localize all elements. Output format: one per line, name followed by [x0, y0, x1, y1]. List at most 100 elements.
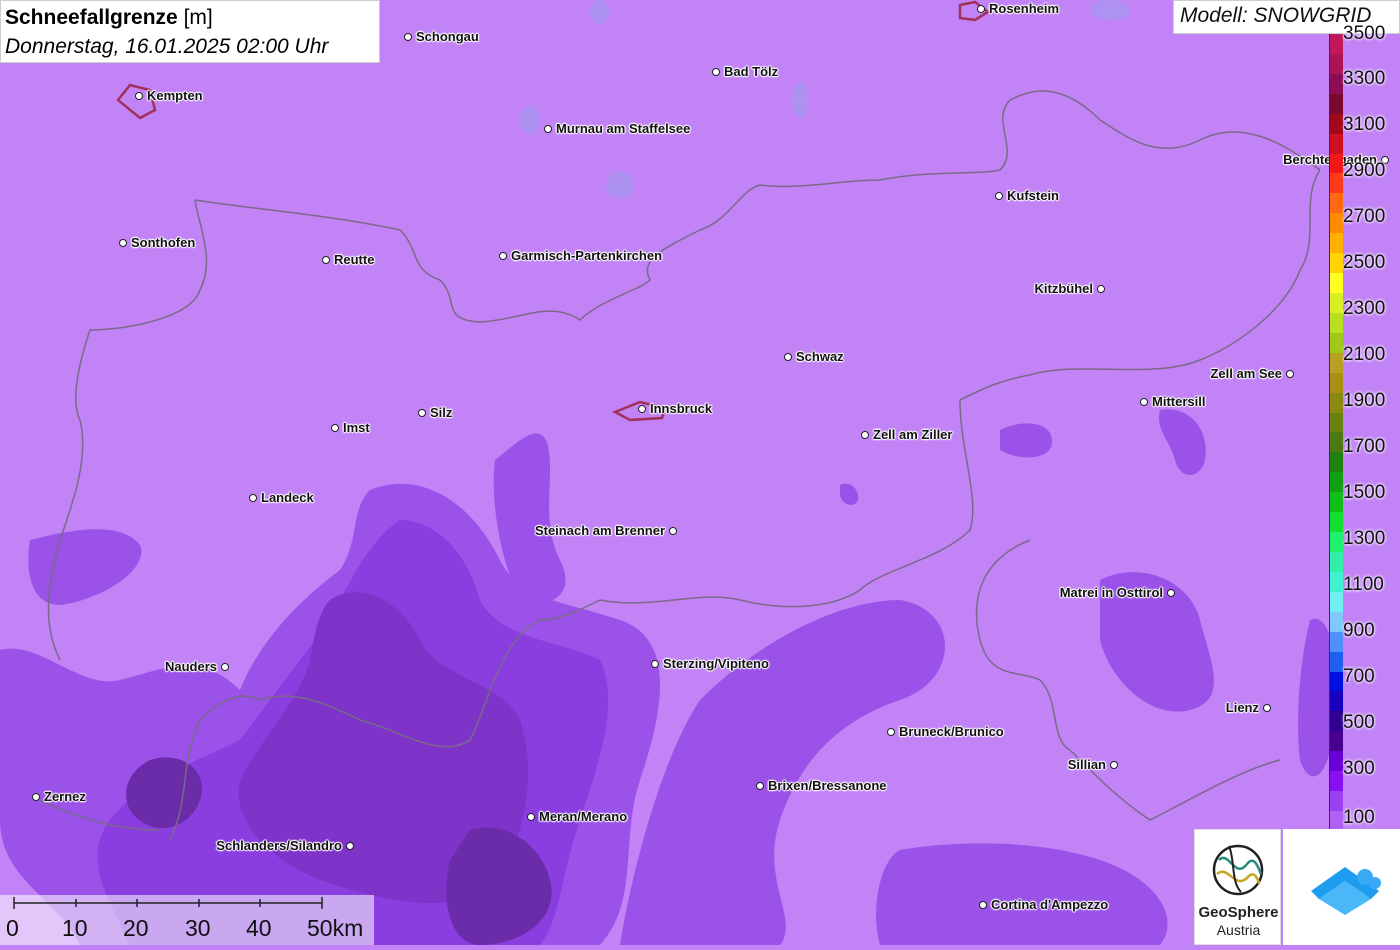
city-label: Steinach am Brenner	[534, 523, 665, 538]
legend-color-swatch	[1330, 711, 1343, 732]
snowfall-limit-map[interactable]	[0, 0, 1400, 945]
legend-color-swatch	[1330, 512, 1343, 533]
legend-label: 3500	[1343, 23, 1386, 44]
legend-color-swatch	[1330, 631, 1343, 652]
legend-color-bar	[1329, 34, 1343, 831]
city-dot-icon	[861, 431, 869, 439]
city-dot-icon	[712, 68, 720, 76]
legend-color-swatch	[1330, 472, 1343, 493]
geosphere-logo[interactable]: GeoSphere Austria	[1194, 829, 1281, 945]
legend-label: 1500	[1343, 482, 1386, 503]
legend-color-swatch	[1330, 233, 1343, 254]
city-dot-icon	[32, 793, 40, 801]
geosphere-emblem-icon	[1212, 844, 1264, 896]
legend-color-swatch	[1330, 292, 1343, 313]
map-title: Schneefallgrenze	[5, 6, 178, 29]
city-dot-icon	[249, 494, 257, 502]
city-dot-icon	[1167, 589, 1175, 597]
city-label: Sterzing/Vipiteno	[663, 656, 769, 671]
legend-color-swatch	[1330, 571, 1343, 592]
city-dot-icon	[499, 252, 507, 260]
legend-label: 3100	[1343, 114, 1386, 135]
legend-label: 700	[1343, 666, 1375, 687]
city-dot-icon	[1097, 285, 1105, 293]
city-label: Rosenheim	[989, 1, 1060, 16]
legend-label: 2900	[1343, 160, 1386, 181]
city-label: Kufstein	[1007, 188, 1059, 203]
legend-color-swatch	[1330, 34, 1343, 54]
legend-color-swatch	[1330, 492, 1343, 513]
legend-color-swatch	[1330, 113, 1343, 134]
legend-label: 300	[1343, 758, 1375, 779]
city-dot-icon	[135, 92, 143, 100]
legend-color-swatch	[1330, 452, 1343, 473]
city-dot-icon	[1263, 704, 1271, 712]
city-label: Bruneck/Brunico	[899, 724, 1004, 739]
legend-color-swatch	[1330, 153, 1343, 174]
city-label: Zernez	[44, 789, 86, 804]
legend-label: 500	[1343, 712, 1375, 733]
legend-color-swatch	[1330, 392, 1343, 413]
city-dot-icon	[669, 527, 677, 535]
city-dot-icon	[346, 842, 354, 850]
legend-label: 2700	[1343, 206, 1386, 227]
city-dot-icon	[756, 782, 764, 790]
city-dot-icon	[1140, 398, 1148, 406]
city-dot-icon	[784, 353, 792, 361]
city-label: Cortina d'Ampezzo	[991, 897, 1109, 912]
legend-label: 2500	[1343, 252, 1386, 273]
city-dot-icon	[979, 901, 987, 909]
scale-bar: 0 10 20 30 40 50km	[0, 895, 374, 945]
legend-label: 1700	[1343, 436, 1386, 457]
city-label: Reutte	[334, 252, 375, 267]
city-label: Zell am See	[1210, 366, 1282, 381]
city-dot-icon	[322, 256, 330, 264]
legend-color-swatch	[1330, 352, 1343, 373]
legend-label: 1100	[1343, 574, 1384, 595]
legend-color-swatch	[1330, 372, 1343, 393]
legend-color-swatch	[1330, 651, 1343, 672]
legend-color-swatch	[1330, 810, 1343, 831]
city-label: Silz	[430, 405, 453, 420]
legend-color-swatch	[1330, 133, 1343, 154]
city-label: Innsbruck	[650, 401, 713, 416]
city-dot-icon	[995, 192, 1003, 200]
city-dot-icon	[1286, 370, 1294, 378]
legend-label: 2100	[1343, 344, 1386, 365]
city-dot-icon	[119, 239, 127, 247]
city-dot-icon	[638, 405, 646, 413]
legend-color-swatch	[1330, 53, 1343, 74]
city-label: Zell am Ziller	[873, 427, 953, 442]
legend-color-swatch	[1330, 273, 1343, 293]
geosphere-logo-subtext: Austria	[1216, 922, 1261, 938]
city-label: Kitzbühel	[1034, 281, 1094, 296]
city-dot-icon	[651, 660, 659, 668]
scale-label: 20	[123, 915, 149, 941]
city-label: Schongau	[416, 29, 479, 44]
legend-label: 1300	[1343, 528, 1386, 549]
city-dot-icon	[977, 5, 985, 13]
color-legend: 3500 3300 3100 2900 2700 2500 2300 2100 1900 1700…	[1329, 24, 1400, 831]
legend-color-swatch	[1330, 193, 1343, 214]
legend-color-swatch	[1330, 551, 1343, 572]
city-dot-icon	[221, 663, 229, 671]
legend-color-swatch	[1330, 93, 1343, 114]
city-label: Murnau am Staffelsee	[556, 121, 691, 136]
city-label: Lienz	[1225, 700, 1259, 715]
city-label: Schlanders/Silandro	[216, 838, 342, 853]
legend-label: 900	[1343, 620, 1375, 641]
city-label: Kempten	[147, 88, 203, 103]
legend-color-swatch	[1330, 591, 1343, 612]
weather-app-logo[interactable]	[1283, 829, 1400, 945]
legend-color-swatch	[1330, 532, 1343, 552]
city-label: Nauders	[164, 659, 217, 674]
city-label: Matrei in Osttirol	[1059, 585, 1163, 600]
legend-label: 100	[1343, 807, 1375, 828]
city-label: Landeck	[261, 490, 314, 505]
map-title-box: Schneefallgrenze [m] Donnerstag, 16.01.2…	[0, 0, 380, 63]
city-label: Imst	[343, 420, 370, 435]
scale-label: 30	[185, 915, 211, 941]
scale-label: 0	[6, 915, 19, 941]
legend-color-swatch	[1330, 312, 1343, 333]
scale-label: 10	[62, 915, 88, 941]
